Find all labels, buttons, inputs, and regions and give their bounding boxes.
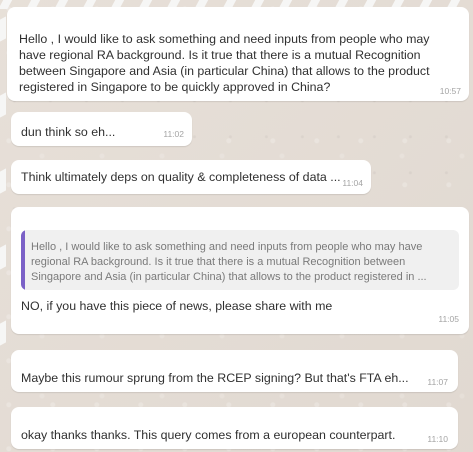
message-bubble-reply[interactable]: dun think so eh... 11:02 bbox=[11, 112, 192, 146]
quote-accent-bar bbox=[21, 230, 25, 290]
message-text: Maybe this rumour sprung from the RCEP s… bbox=[21, 371, 409, 385]
message-bubble-reply[interactable]: okay thanks thanks. This query comes fro… bbox=[11, 407, 458, 449]
message-time: 11:05 bbox=[438, 314, 459, 324]
message-text: dun think so eh... bbox=[21, 125, 116, 139]
message-bubble-reply[interactable]: Maybe this rumour sprung from the RCEP s… bbox=[11, 350, 458, 392]
message-text: Hello , I would like to ask something an… bbox=[19, 32, 430, 94]
message-text: okay thanks thanks. This query comes fro… bbox=[21, 428, 396, 442]
quoted-message-text: Hello , I would like to ask something an… bbox=[31, 241, 427, 283]
quoted-message[interactable]: Hello , I would like to ask something an… bbox=[21, 230, 459, 290]
message-time: 11:02 bbox=[163, 129, 184, 139]
message-time: 11:07 bbox=[427, 377, 448, 387]
left-dashed-border bbox=[0, 244, 6, 270]
message-bubble-quoted-reply[interactable]: Hello , I would like to ask something an… bbox=[11, 207, 469, 334]
left-dashed-border bbox=[0, 320, 6, 346]
message-text: NO, if you have this piece of news, plea… bbox=[21, 299, 333, 313]
message-bubble-reply[interactable]: Think ultimately deps on quality & compl… bbox=[11, 160, 371, 194]
left-dashed-border bbox=[0, 168, 6, 194]
left-dashed-border bbox=[0, 92, 6, 118]
message-time: 11:10 bbox=[427, 434, 448, 444]
message-time: 10:57 bbox=[439, 86, 461, 96]
message-time: 11:04 bbox=[342, 178, 363, 188]
message-text: Think ultimately deps on quality & compl… bbox=[21, 170, 341, 184]
message-bubble-question[interactable]: Hello , I would like to ask something an… bbox=[7, 7, 469, 101]
left-dashed-border bbox=[0, 16, 6, 42]
